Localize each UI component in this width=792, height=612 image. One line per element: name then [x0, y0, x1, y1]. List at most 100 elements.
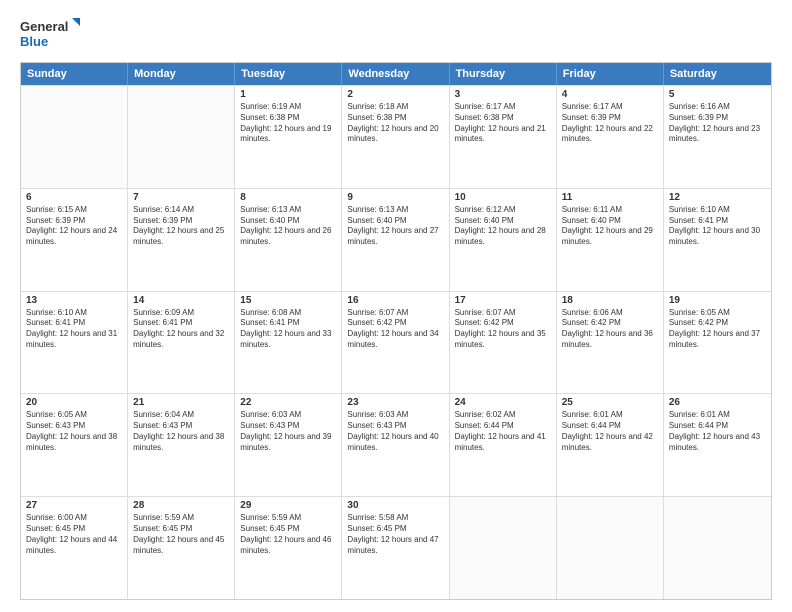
cell-info: Sunrise: 5:59 AMSunset: 6:45 PMDaylight:…: [133, 513, 229, 556]
calendar-cell-18: 18 Sunrise: 6:06 AMSunset: 6:42 PMDaylig…: [557, 292, 664, 394]
day-number: 19: [669, 295, 766, 306]
header-day-sunday: Sunday: [21, 63, 128, 85]
cell-info: Sunrise: 6:05 AMSunset: 6:43 PMDaylight:…: [26, 410, 122, 453]
calendar-cell-29: 29 Sunrise: 5:59 AMSunset: 6:45 PMDaylig…: [235, 497, 342, 599]
header-day-monday: Monday: [128, 63, 235, 85]
calendar-cell-17: 17 Sunrise: 6:07 AMSunset: 6:42 PMDaylig…: [450, 292, 557, 394]
cell-info: Sunrise: 6:17 AMSunset: 6:39 PMDaylight:…: [562, 102, 658, 145]
day-number: 30: [347, 500, 443, 511]
header-day-wednesday: Wednesday: [342, 63, 449, 85]
calendar-cell-16: 16 Sunrise: 6:07 AMSunset: 6:42 PMDaylig…: [342, 292, 449, 394]
day-number: 28: [133, 500, 229, 511]
calendar-cell-26: 26 Sunrise: 6:01 AMSunset: 6:44 PMDaylig…: [664, 394, 771, 496]
cell-info: Sunrise: 6:07 AMSunset: 6:42 PMDaylight:…: [455, 308, 551, 351]
day-number: 5: [669, 89, 766, 100]
calendar-cell-13: 13 Sunrise: 6:10 AMSunset: 6:41 PMDaylig…: [21, 292, 128, 394]
cell-info: Sunrise: 6:10 AMSunset: 6:41 PMDaylight:…: [26, 308, 122, 351]
calendar-cell-3: 3 Sunrise: 6:17 AMSunset: 6:38 PMDayligh…: [450, 86, 557, 188]
calendar-cell-30: 30 Sunrise: 5:58 AMSunset: 6:45 PMDaylig…: [342, 497, 449, 599]
cell-info: Sunrise: 6:15 AMSunset: 6:39 PMDaylight:…: [26, 205, 122, 248]
cell-info: Sunrise: 6:03 AMSunset: 6:43 PMDaylight:…: [240, 410, 336, 453]
header-day-thursday: Thursday: [450, 63, 557, 85]
day-number: 22: [240, 397, 336, 408]
logo: General Blue: [20, 16, 80, 52]
calendar-cell-2: 2 Sunrise: 6:18 AMSunset: 6:38 PMDayligh…: [342, 86, 449, 188]
calendar-row-1: 1 Sunrise: 6:19 AMSunset: 6:38 PMDayligh…: [21, 85, 771, 188]
svg-text:General: General: [20, 19, 68, 34]
calendar-cell-8: 8 Sunrise: 6:13 AMSunset: 6:40 PMDayligh…: [235, 189, 342, 291]
page: General Blue SundayMondayTuesdayWednesda…: [0, 0, 792, 612]
cell-info: Sunrise: 6:08 AMSunset: 6:41 PMDaylight:…: [240, 308, 336, 351]
day-number: 8: [240, 192, 336, 203]
calendar-cell-empty: [557, 497, 664, 599]
day-number: 13: [26, 295, 122, 306]
day-number: 6: [26, 192, 122, 203]
day-number: 26: [669, 397, 766, 408]
cell-info: Sunrise: 6:12 AMSunset: 6:40 PMDaylight:…: [455, 205, 551, 248]
cell-info: Sunrise: 6:17 AMSunset: 6:38 PMDaylight:…: [455, 102, 551, 145]
calendar-cell-11: 11 Sunrise: 6:11 AMSunset: 6:40 PMDaylig…: [557, 189, 664, 291]
cell-info: Sunrise: 6:13 AMSunset: 6:40 PMDaylight:…: [240, 205, 336, 248]
calendar-cell-28: 28 Sunrise: 5:59 AMSunset: 6:45 PMDaylig…: [128, 497, 235, 599]
day-number: 21: [133, 397, 229, 408]
calendar-cell-14: 14 Sunrise: 6:09 AMSunset: 6:41 PMDaylig…: [128, 292, 235, 394]
logo-svg: General Blue: [20, 16, 80, 52]
calendar-cell-9: 9 Sunrise: 6:13 AMSunset: 6:40 PMDayligh…: [342, 189, 449, 291]
calendar-cell-27: 27 Sunrise: 6:00 AMSunset: 6:45 PMDaylig…: [21, 497, 128, 599]
calendar-row-2: 6 Sunrise: 6:15 AMSunset: 6:39 PMDayligh…: [21, 188, 771, 291]
cell-info: Sunrise: 6:06 AMSunset: 6:42 PMDaylight:…: [562, 308, 658, 351]
cell-info: Sunrise: 6:05 AMSunset: 6:42 PMDaylight:…: [669, 308, 766, 351]
cell-info: Sunrise: 6:19 AMSunset: 6:38 PMDaylight:…: [240, 102, 336, 145]
svg-text:Blue: Blue: [20, 34, 48, 49]
cell-info: Sunrise: 5:58 AMSunset: 6:45 PMDaylight:…: [347, 513, 443, 556]
cell-info: Sunrise: 6:11 AMSunset: 6:40 PMDaylight:…: [562, 205, 658, 248]
cell-info: Sunrise: 6:18 AMSunset: 6:38 PMDaylight:…: [347, 102, 443, 145]
day-number: 29: [240, 500, 336, 511]
day-number: 23: [347, 397, 443, 408]
cell-info: Sunrise: 6:14 AMSunset: 6:39 PMDaylight:…: [133, 205, 229, 248]
cell-info: Sunrise: 6:03 AMSunset: 6:43 PMDaylight:…: [347, 410, 443, 453]
cell-info: Sunrise: 6:02 AMSunset: 6:44 PMDaylight:…: [455, 410, 551, 453]
calendar-cell-22: 22 Sunrise: 6:03 AMSunset: 6:43 PMDaylig…: [235, 394, 342, 496]
cell-info: Sunrise: 6:07 AMSunset: 6:42 PMDaylight:…: [347, 308, 443, 351]
day-number: 15: [240, 295, 336, 306]
calendar-cell-24: 24 Sunrise: 6:02 AMSunset: 6:44 PMDaylig…: [450, 394, 557, 496]
calendar-row-5: 27 Sunrise: 6:00 AMSunset: 6:45 PMDaylig…: [21, 496, 771, 599]
day-number: 1: [240, 89, 336, 100]
day-number: 12: [669, 192, 766, 203]
day-number: 25: [562, 397, 658, 408]
day-number: 2: [347, 89, 443, 100]
calendar-cell-5: 5 Sunrise: 6:16 AMSunset: 6:39 PMDayligh…: [664, 86, 771, 188]
calendar-header: SundayMondayTuesdayWednesdayThursdayFrid…: [21, 63, 771, 85]
calendar-cell-1: 1 Sunrise: 6:19 AMSunset: 6:38 PMDayligh…: [235, 86, 342, 188]
header-day-friday: Friday: [557, 63, 664, 85]
calendar-row-3: 13 Sunrise: 6:10 AMSunset: 6:41 PMDaylig…: [21, 291, 771, 394]
day-number: 14: [133, 295, 229, 306]
calendar-cell-15: 15 Sunrise: 6:08 AMSunset: 6:41 PMDaylig…: [235, 292, 342, 394]
calendar-cell-23: 23 Sunrise: 6:03 AMSunset: 6:43 PMDaylig…: [342, 394, 449, 496]
calendar-cell-empty: [450, 497, 557, 599]
calendar-cell-25: 25 Sunrise: 6:01 AMSunset: 6:44 PMDaylig…: [557, 394, 664, 496]
calendar-row-4: 20 Sunrise: 6:05 AMSunset: 6:43 PMDaylig…: [21, 393, 771, 496]
day-number: 4: [562, 89, 658, 100]
day-number: 3: [455, 89, 551, 100]
header-day-tuesday: Tuesday: [235, 63, 342, 85]
cell-info: Sunrise: 6:01 AMSunset: 6:44 PMDaylight:…: [562, 410, 658, 453]
calendar-cell-6: 6 Sunrise: 6:15 AMSunset: 6:39 PMDayligh…: [21, 189, 128, 291]
day-number: 17: [455, 295, 551, 306]
cell-info: Sunrise: 6:01 AMSunset: 6:44 PMDaylight:…: [669, 410, 766, 453]
day-number: 9: [347, 192, 443, 203]
cell-info: Sunrise: 6:00 AMSunset: 6:45 PMDaylight:…: [26, 513, 122, 556]
cell-info: Sunrise: 6:04 AMSunset: 6:43 PMDaylight:…: [133, 410, 229, 453]
day-number: 16: [347, 295, 443, 306]
calendar: SundayMondayTuesdayWednesdayThursdayFrid…: [20, 62, 772, 600]
day-number: 27: [26, 500, 122, 511]
cell-info: Sunrise: 6:10 AMSunset: 6:41 PMDaylight:…: [669, 205, 766, 248]
day-number: 11: [562, 192, 658, 203]
calendar-cell-empty: [128, 86, 235, 188]
day-number: 20: [26, 397, 122, 408]
calendar-cell-7: 7 Sunrise: 6:14 AMSunset: 6:39 PMDayligh…: [128, 189, 235, 291]
calendar-cell-empty: [664, 497, 771, 599]
cell-info: Sunrise: 5:59 AMSunset: 6:45 PMDaylight:…: [240, 513, 336, 556]
cell-info: Sunrise: 6:09 AMSunset: 6:41 PMDaylight:…: [133, 308, 229, 351]
